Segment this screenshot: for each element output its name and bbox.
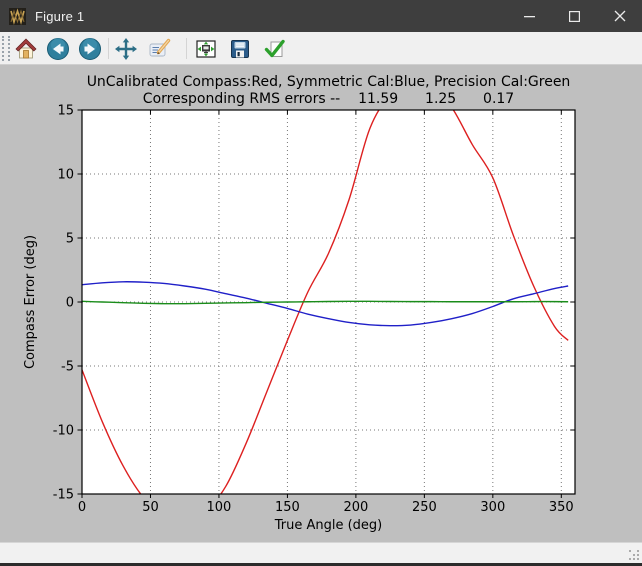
close-button[interactable] — [597, 0, 642, 32]
home-button[interactable] — [12, 35, 40, 63]
x-tick-label-50: 50 — [142, 500, 159, 515]
maximize-button[interactable] — [552, 0, 597, 32]
toolbar — [0, 32, 642, 65]
y-tick-label-15: 15 — [57, 104, 74, 119]
y-tick-label--5: -5 — [61, 360, 74, 375]
x-tick-label-0: 0 — [78, 500, 86, 515]
pan-button[interactable] — [112, 35, 140, 63]
x-tick-label-250: 250 — [412, 500, 437, 515]
y-axis-label: Compass Error (deg) — [23, 235, 38, 369]
home-icon — [15, 38, 37, 59]
rms-value-uncalibrated: 11.59 — [358, 91, 399, 107]
y-tick-label-5: 5 — [66, 232, 74, 247]
maximize-icon — [569, 10, 580, 22]
save-button[interactable] — [226, 35, 254, 63]
toolbar-grip[interactable] — [2, 36, 10, 61]
configure-subplots-icon — [196, 40, 216, 58]
back-button[interactable] — [44, 35, 72, 63]
pan-icon — [115, 38, 137, 60]
confirm-icon — [264, 39, 285, 58]
edit-button[interactable] — [146, 35, 174, 63]
window-title: Figure 1 — [35, 8, 85, 24]
titlebar[interactable]: Figure 1 — [0, 0, 642, 32]
x-tick-label-200: 200 — [343, 500, 368, 515]
edit-icon — [149, 38, 171, 57]
resize-grip[interactable] — [629, 550, 631, 552]
toolbar-separator — [108, 38, 109, 59]
statusbar — [0, 542, 642, 563]
save-icon — [231, 40, 249, 58]
minimize-button[interactable] — [507, 0, 552, 32]
back-icon — [47, 38, 69, 60]
toolbar-separator — [186, 38, 187, 59]
rms-label: Corresponding RMS errors -- — [142, 91, 341, 107]
close-icon — [614, 10, 625, 22]
forward-button[interactable] — [76, 35, 104, 63]
y-tick-label-10: 10 — [57, 168, 74, 183]
figure-window: Figure 1 0 50 100 150 200 250 300 350 15… — [0, 0, 642, 566]
plot-subtitle-rms: Corresponding RMS errors -- 11.59 1.25 0… — [82, 91, 575, 107]
compass-error-plot: 0 50 100 150 200 250 300 350151050-5-10-15True … — [23, 104, 576, 533]
x-tick-label-300: 300 — [480, 500, 505, 515]
y-tick-label-0: 0 — [66, 296, 74, 311]
forward-icon — [79, 38, 101, 60]
x-axis-label: True Angle (deg) — [274, 518, 383, 533]
x-tick-label-150: 150 — [275, 500, 300, 515]
y-tick-label--15: -15 — [53, 488, 74, 503]
rms-value-precision: 0.17 — [483, 91, 515, 107]
configure-subplots-button[interactable] — [192, 35, 220, 63]
figure-canvas[interactable]: 0 50 100 150 200 250 300 350 15 10 5 0 -5 -10 -15 True … — [0, 65, 642, 542]
y-tick-label--10: -10 — [53, 424, 74, 439]
confirm-button[interactable] — [260, 35, 288, 63]
matplotlib-logo-icon — [9, 7, 26, 25]
x-tick-label-100: 100 — [207, 500, 232, 515]
x-tick-label-350: 350 — [549, 500, 574, 515]
rms-value-symmetric: 1.25 — [425, 91, 457, 107]
minimize-icon — [524, 15, 535, 17]
plot-title: UnCalibrated Compass:Red, Symmetric Cal:… — [86, 74, 571, 90]
